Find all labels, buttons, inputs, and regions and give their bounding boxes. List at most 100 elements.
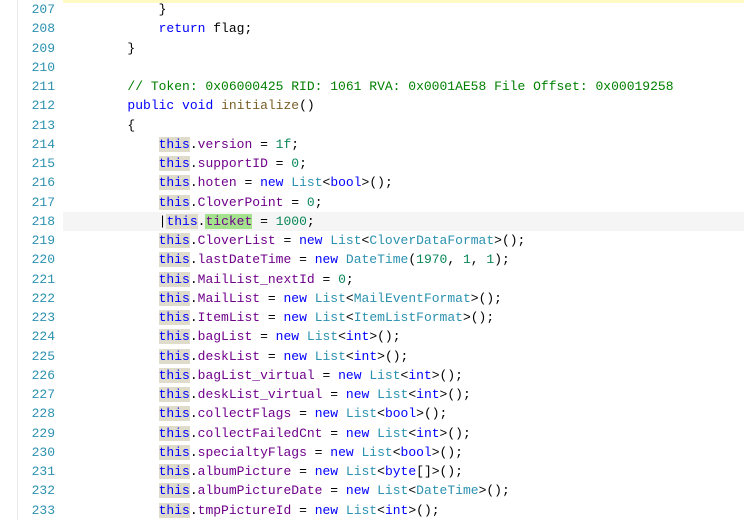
code-line[interactable]: this.albumPicture = new List<byte[]>(); — [63, 462, 744, 481]
code-line[interactable]: // Token: 0x06000425 RID: 1061 RVA: 0x00… — [63, 77, 744, 96]
line-number: 230 — [18, 443, 55, 462]
token-ws — [369, 387, 377, 402]
token-number: 0 — [291, 156, 299, 171]
token-prop: collectFlags — [198, 406, 292, 421]
line-number-gutter[interactable]: 2072082092102112122132142152162172182192… — [18, 0, 63, 520]
token-keyword: new — [299, 233, 322, 248]
line-number: 209 — [18, 39, 55, 58]
code-line[interactable]: public void initialize() — [63, 96, 744, 115]
token-prop: collectFailedCnt — [198, 426, 323, 441]
token-prop: MailList — [198, 291, 260, 306]
code-line[interactable]: this.supportID = 0; — [63, 154, 744, 173]
token-keyword: int — [354, 349, 377, 364]
line-number: 207 — [18, 0, 55, 19]
this-keyword: this — [159, 195, 190, 210]
token-op: = — [237, 175, 260, 190]
token-type: DateTime — [416, 483, 478, 498]
token-punc: < — [346, 291, 354, 306]
code-line[interactable]: this.specialtyFlags = new List<bool>(); — [63, 443, 744, 462]
token-keyword: new — [346, 426, 369, 441]
code-line[interactable]: this.albumPictureDate = new List<DateTim… — [63, 481, 744, 500]
token-prop: albumPicture — [198, 464, 292, 479]
this-keyword: this — [159, 464, 190, 479]
token-punc: . — [190, 310, 198, 325]
token-op: = — [315, 272, 338, 287]
token-punc: ( — [408, 252, 416, 267]
code-line[interactable]: this.deskList = new List<int>(); — [63, 347, 744, 366]
token-op: = — [322, 426, 345, 441]
token-ws — [369, 483, 377, 498]
code-line[interactable]: this.bagList = new List<int>(); — [63, 327, 744, 346]
token-ws — [65, 156, 159, 171]
line-number: 212 — [18, 96, 55, 115]
token-punc: >(); — [377, 349, 408, 364]
token-punc: . — [190, 368, 198, 383]
code-line[interactable]: { — [63, 116, 744, 135]
code-line[interactable]: this.CloverList = new List<CloverDataFor… — [63, 231, 744, 250]
token-ws — [65, 252, 159, 267]
token-keyword: new — [315, 464, 338, 479]
code-line[interactable]: this.collectFlags = new List<bool>(); — [63, 404, 744, 423]
code-line[interactable]: this.version = 1f; — [63, 135, 744, 154]
token-keyword: bool — [385, 406, 416, 421]
token-keyword: bool — [401, 445, 432, 460]
line-number: 210 — [18, 58, 55, 77]
token-punc: . — [190, 426, 198, 441]
code-line[interactable]: } — [63, 39, 744, 58]
line-number: 214 — [18, 135, 55, 154]
this-keyword: this — [166, 214, 197, 229]
token-type: MailEventFormat — [354, 291, 471, 306]
code-line[interactable]: this.ItemList = new List<ItemListFormat>… — [63, 308, 744, 327]
token-type: ItemListFormat — [354, 310, 463, 325]
code-line[interactable]: this.tmpPictureId = new List<int>(); — [63, 501, 744, 520]
token-op: = — [252, 329, 275, 344]
token-punc: >(); — [463, 310, 494, 325]
code-line[interactable]: this.CloverPoint = 0; — [63, 193, 744, 212]
token-keyword: public — [127, 98, 174, 113]
token-keyword: new — [315, 503, 338, 518]
token-keyword: int — [346, 329, 369, 344]
token-punc: . — [190, 464, 198, 479]
this-keyword: this — [159, 252, 190, 267]
token-punc: >(); — [369, 329, 400, 344]
token-keyword: int — [385, 503, 408, 518]
code-line[interactable]: this.hoten = new List<bool>(); — [63, 173, 744, 192]
line-number: 227 — [18, 385, 55, 404]
code-line[interactable]: this.collectFailedCnt = new List<int>(); — [63, 424, 744, 443]
token-ws — [299, 329, 307, 344]
token-prop: specialtyFlags — [198, 445, 307, 460]
line-number: 213 — [18, 116, 55, 135]
token-type: List — [377, 387, 408, 402]
token-punc: >(); — [408, 503, 439, 518]
code-line[interactable]: this.bagList_virtual = new List<int>(); — [63, 366, 744, 385]
token-ws — [213, 98, 221, 113]
code-line[interactable]: this.deskList_virtual = new List<int>(); — [63, 385, 744, 404]
token-punc: >(); — [432, 445, 463, 460]
code-area[interactable]: } return flag; } // Token: 0x06000425 RI… — [63, 0, 744, 520]
token-op: = — [322, 483, 345, 498]
token-prop: supportID — [198, 156, 268, 171]
token-ws — [65, 503, 159, 518]
line-number: 219 — [18, 231, 55, 250]
code-line[interactable]: } — [63, 0, 744, 19]
token-prop: ItemList — [198, 310, 260, 325]
token-number: 0 — [338, 272, 346, 287]
code-line[interactable]: this.lastDateTime = new DateTime(1970, 1… — [63, 250, 744, 269]
code-line[interactable]: this.MailList = new List<MailEventFormat… — [63, 289, 744, 308]
token-ws — [65, 41, 127, 56]
code-line[interactable]: |this.ticket = 1000; — [63, 212, 744, 231]
code-line[interactable] — [63, 58, 744, 77]
code-line[interactable]: return flag; — [63, 19, 744, 38]
this-keyword: this — [159, 387, 190, 402]
code-line[interactable]: this.MailList_nextId = 0; — [63, 270, 744, 289]
token-keyword: int — [416, 387, 439, 402]
token-keyword: int — [416, 426, 439, 441]
token-type: List — [369, 368, 400, 383]
token-ident: flag — [213, 21, 244, 36]
token-punc: ; — [299, 156, 307, 171]
token-op: = — [291, 503, 314, 518]
token-op: = — [276, 233, 299, 248]
token-ws — [65, 483, 159, 498]
token-punc: } — [127, 41, 135, 56]
token-punc: . — [190, 252, 198, 267]
